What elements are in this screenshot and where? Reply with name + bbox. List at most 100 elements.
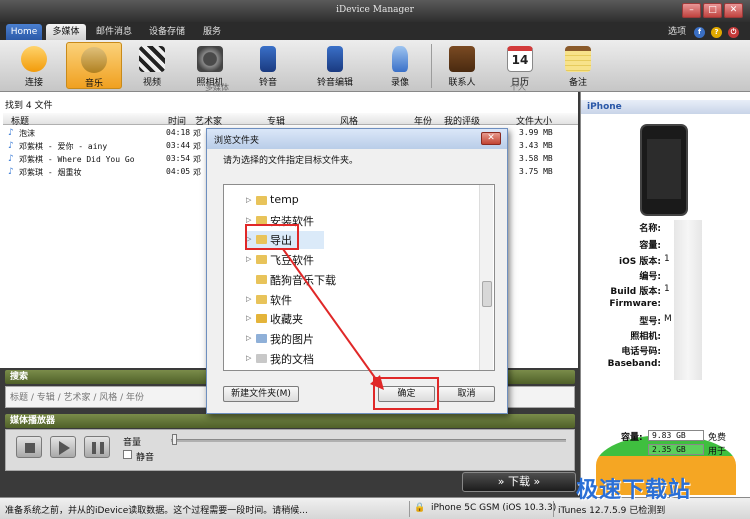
facebook-icon[interactable]: f — [694, 27, 705, 38]
documents-folder-icon — [256, 354, 267, 363]
free-space-value: 9.83 GB — [648, 430, 704, 441]
connect-button[interactable]: 连接 — [8, 42, 60, 89]
info-label-serial: 编号: — [639, 272, 661, 282]
info-label-phone: 电话号码: — [621, 347, 661, 357]
stop-button[interactable] — [16, 436, 42, 458]
title-bar: iDevice Manager – □ ✕ — [0, 0, 750, 22]
free-space-label: 免费 — [708, 433, 727, 443]
info-value-build: 1 — [664, 284, 670, 294]
mute-label: 静音 — [136, 453, 155, 463]
highlight-export-folder — [245, 224, 299, 250]
volume-slider-track[interactable] — [171, 439, 566, 442]
col-artist[interactable]: 艺术家 — [195, 114, 222, 127]
ribbon-toolbar: 连接 音乐 视频 照相机 铃音 铃音编辑 录像 联系人 14 日历 备注 — [0, 40, 750, 92]
watermark-logo: 极速下载站 — [576, 478, 692, 503]
media-player: 音量 静音 — [5, 429, 575, 471]
notes-button[interactable]: 备注 — [552, 42, 604, 89]
music-note-icon: ♪ — [8, 128, 14, 138]
options-label[interactable]: 选项 — [668, 24, 686, 40]
dialog-title: 浏览文件夹 — [214, 136, 260, 146]
ringtone-button[interactable]: 铃音 — [243, 42, 293, 89]
connect-icon — [21, 46, 47, 72]
tab-mail[interactable]: 邮件消息 — [90, 24, 138, 40]
pause-icon — [92, 442, 104, 454]
app-title: iDevice Manager — [336, 5, 414, 15]
help-icon[interactable]: ? — [711, 27, 722, 38]
folder-icon — [256, 295, 267, 304]
dialog-prompt: 请为选择的文件指定目标文件夹。 — [223, 156, 359, 166]
video-button[interactable]: 视频 — [127, 42, 177, 89]
record-button[interactable]: 录像 — [376, 42, 424, 89]
new-folder-button[interactable]: 新建文件夹(M) — [223, 386, 299, 402]
contacts-button[interactable]: 联系人 — [436, 42, 488, 89]
tab-home[interactable]: Home — [6, 24, 42, 40]
col-rating[interactable]: 我的评级 — [444, 114, 480, 127]
download-button[interactable]: » 下载 » — [462, 472, 576, 492]
close-button[interactable]: ✕ — [724, 3, 743, 18]
tab-services[interactable]: 服务 — [196, 24, 228, 40]
expand-arrow-icon[interactable]: ▷ — [246, 196, 251, 204]
used-space-value: 2.35 GB — [648, 444, 704, 455]
col-year[interactable]: 年份 — [414, 114, 432, 127]
pictures-folder-icon — [256, 334, 267, 343]
folder-tree: ▷ temp ▷ 安装软件 ▷ 导出 ▷ 飞豆软件 酷狗音乐下载 ▷ 软件 ▷ 收藏夹 ▷ 我… — [223, 184, 495, 371]
music-note-icon: ♪ — [8, 141, 14, 151]
col-genre[interactable]: 风格 — [340, 114, 358, 127]
tree-scrollbar[interactable] — [479, 185, 493, 370]
status-message: 准备系统之前，并从的iDevice读取数据。这个过程需要一段时间。请稍候... — [5, 506, 308, 516]
pause-button[interactable] — [84, 436, 110, 458]
browse-folder-dialog: 浏览文件夹 ✕ 请为选择的文件指定目标文件夹。 ▷ temp ▷ 安装软件 ▷ 导出 … — [206, 128, 508, 414]
maximize-button[interactable]: □ — [703, 3, 722, 18]
contacts-book-icon — [449, 46, 475, 72]
music-note-icon: ♪ — [8, 154, 14, 164]
device-info-panel: iPhone 名称: 容量: iOS 版本: 1 编号: Build 版本: 1… — [580, 92, 750, 497]
iphone-image — [640, 124, 688, 216]
dialog-title-bar: 浏览文件夹 ✕ — [207, 129, 507, 149]
ringtone-edit-button[interactable]: 铃音编辑 — [298, 42, 372, 89]
col-time[interactable]: 时间 — [168, 114, 186, 127]
play-button[interactable] — [50, 436, 76, 458]
expand-arrow-icon[interactable]: ▷ — [246, 334, 251, 342]
info-label-baseband: Baseband: — [607, 359, 661, 369]
capacity-label: 容量: — [621, 433, 643, 443]
info-label-name: 名称: — [639, 224, 661, 234]
tab-multimedia[interactable]: 多媒体 — [46, 24, 86, 40]
expand-arrow-icon[interactable]: ▷ — [246, 255, 251, 263]
highlight-ok-button — [373, 377, 439, 410]
info-value-model: M — [664, 314, 672, 324]
cancel-button[interactable]: 取消 — [438, 386, 495, 402]
player-header: 媒体播放器 — [5, 414, 575, 428]
folder-icon — [256, 275, 267, 284]
scrollbar-thumb[interactable] — [482, 281, 492, 307]
expand-arrow-icon[interactable]: ▷ — [246, 314, 251, 322]
tab-storage[interactable]: 设备存储 — [142, 24, 192, 40]
music-icon — [81, 47, 107, 73]
volume-slider-thumb[interactable] — [172, 434, 177, 445]
minimize-button[interactable]: – — [682, 3, 701, 18]
lock-icon: 🔒 — [414, 503, 426, 513]
phone-edit-icon — [327, 46, 343, 72]
expand-arrow-icon[interactable]: ▷ — [246, 295, 251, 303]
status-device: iPhone 5C GSM (iOS 10.3.3) — [431, 503, 557, 513]
device-name: iPhone — [581, 100, 750, 114]
col-title[interactable]: 标题 — [11, 114, 29, 127]
dialog-close-button[interactable]: ✕ — [481, 132, 501, 145]
expand-arrow-icon[interactable]: ▷ — [246, 216, 251, 224]
music-note-icon: ♪ — [8, 167, 14, 177]
mute-checkbox[interactable] — [123, 450, 132, 459]
star-folder-icon — [256, 314, 267, 323]
power-icon[interactable]: ⏻ — [728, 27, 739, 38]
info-label-build: Build 版本: — [610, 287, 661, 297]
info-value-ios: 1 — [664, 254, 670, 264]
col-size[interactable]: 文件大小 — [516, 114, 552, 127]
list-header: 标题 时间 艺术家 专辑 风格 年份 我的评级 文件大小 — [3, 113, 578, 127]
found-count: 找到 4 文件 — [5, 101, 53, 111]
col-album[interactable]: 专辑 — [267, 114, 285, 127]
status-itunes: iTunes 12.7.5.9 已检测到 — [558, 506, 666, 516]
camera-icon — [197, 46, 223, 72]
music-button[interactable]: 音乐 — [66, 42, 122, 89]
expand-arrow-icon[interactable]: ▷ — [246, 354, 251, 362]
play-icon — [59, 441, 70, 455]
menu-tab-row: Home 多媒体 邮件消息 设备存储 服务 选项 f ? ⏻ — [0, 22, 750, 40]
info-label-model: 型号: — [639, 317, 661, 327]
